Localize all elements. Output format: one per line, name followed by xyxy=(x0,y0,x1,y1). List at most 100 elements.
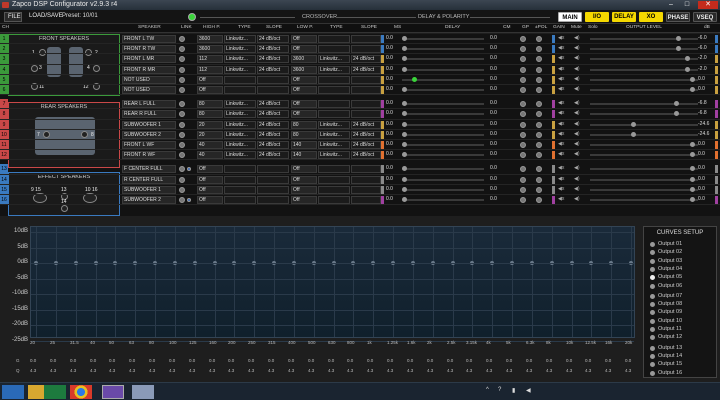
link-knob-icon[interactable] xyxy=(179,166,185,173)
output-level-slider[interactable] xyxy=(590,133,698,136)
band-q-field[interactable]: 4.3 xyxy=(109,368,115,373)
low-pass-field[interactable]: 80 xyxy=(291,120,317,129)
band-gain-field[interactable]: 0.0 xyxy=(248,358,254,363)
solo-icon[interactable]: ◀) xyxy=(574,131,580,137)
low-type-select[interactable]: Linkwitz... xyxy=(318,55,350,64)
high-pass-field[interactable]: Off xyxy=(197,165,223,174)
band-q-field[interactable]: 4.3 xyxy=(268,368,274,373)
band-q-field[interactable]: 4.3 xyxy=(149,368,155,373)
delay-slider-handle[interactable] xyxy=(402,121,407,127)
low-pass-field[interactable]: Off xyxy=(291,100,317,109)
band-gain-field[interactable]: 0.0 xyxy=(407,358,413,363)
mute-icon[interactable]: ◀x xyxy=(558,86,564,92)
polarity-toggle[interactable] xyxy=(536,176,542,183)
output-option[interactable]: Output 12 xyxy=(658,334,682,340)
band-gain-field[interactable]: 0.0 xyxy=(625,358,631,363)
high-slope-select[interactable] xyxy=(257,86,289,94)
band-gain-field[interactable]: 0.0 xyxy=(427,358,433,363)
link-knob-icon[interactable] xyxy=(179,66,185,73)
solo-icon[interactable]: ◀) xyxy=(574,151,580,157)
polarity-toggle[interactable] xyxy=(536,166,542,173)
gp-toggle[interactable] xyxy=(520,111,526,118)
high-slope-select[interactable]: 24 dB/oct xyxy=(257,110,289,119)
tab-xo[interactable]: XO xyxy=(639,12,663,22)
gp-toggle[interactable] xyxy=(520,152,526,159)
delay-slider-handle[interactable] xyxy=(402,56,407,62)
polarity-toggle[interactable] xyxy=(536,111,542,118)
high-slope-select[interactable] xyxy=(257,185,289,194)
output-level-handle[interactable] xyxy=(690,152,695,158)
output-radio[interactable] xyxy=(650,275,655,281)
delay-slider[interactable] xyxy=(402,178,484,181)
gp-toggle[interactable] xyxy=(520,166,526,173)
output-level-handle[interactable] xyxy=(690,142,695,147)
mute-icon[interactable]: ◀x xyxy=(558,176,564,182)
output-level-handle[interactable] xyxy=(675,46,681,52)
low-type-select[interactable] xyxy=(318,86,350,94)
high-type-select[interactable]: Linkwitz... xyxy=(224,45,256,54)
delay-slider-handle[interactable] xyxy=(402,166,407,172)
delay-slider-handle[interactable] xyxy=(412,76,417,82)
high-type-select[interactable]: Linkwitz... xyxy=(224,55,256,64)
high-slope-select[interactable]: 24 dB/oct xyxy=(257,151,289,160)
low-type-select[interactable] xyxy=(318,75,350,84)
mute-icon[interactable]: ◀x xyxy=(558,131,564,137)
delay-slider-handle[interactable] xyxy=(402,87,407,92)
mute-icon[interactable]: ◀x xyxy=(558,141,564,147)
output-level-slider[interactable] xyxy=(590,144,698,146)
low-type-select[interactable]: Linkwitz... xyxy=(318,120,350,129)
output-radio[interactable] xyxy=(650,327,655,332)
low-slope-select[interactable] xyxy=(351,86,381,94)
low-slope-select[interactable] xyxy=(351,100,381,109)
tray-chevron-icon[interactable]: ^ xyxy=(486,387,489,393)
output-option[interactable]: Output 16 xyxy=(658,370,682,376)
low-type-select[interactable] xyxy=(318,185,350,194)
solo-icon[interactable]: ◀) xyxy=(574,55,580,61)
band-gain-field[interactable]: 0.0 xyxy=(70,358,76,363)
high-type-select[interactable]: Linkwitz... xyxy=(224,100,256,109)
band-gain-field[interactable]: 0.0 xyxy=(506,358,512,363)
band-gain-field[interactable]: 0.0 xyxy=(228,358,234,363)
speaker-name-field[interactable]: SUBWOOFER 1 xyxy=(122,185,176,194)
gp-toggle[interactable] xyxy=(520,101,526,108)
low-pass-field[interactable]: Off xyxy=(291,75,317,84)
delay-slider-handle[interactable] xyxy=(402,66,407,72)
delay-slider[interactable] xyxy=(402,168,484,171)
output-level-handle[interactable] xyxy=(690,197,695,202)
polarity-toggle[interactable] xyxy=(536,197,542,203)
mute-icon[interactable]: ◀x xyxy=(558,55,564,61)
low-pass-field[interactable]: Off xyxy=(291,86,317,94)
output-radio[interactable] xyxy=(650,362,655,368)
low-pass-field[interactable]: 80 xyxy=(291,130,317,139)
delay-slider[interactable] xyxy=(402,123,484,126)
high-pass-field[interactable]: 80 xyxy=(197,110,223,119)
solo-icon[interactable]: ◀) xyxy=(574,76,580,82)
speaker-name-field[interactable]: NOT USED xyxy=(122,75,176,84)
link-knob-icon[interactable] xyxy=(179,46,185,53)
high-slope-select[interactable]: 24 dB/oct xyxy=(257,55,289,64)
output-level-slider[interactable] xyxy=(590,48,698,51)
output-radio[interactable] xyxy=(650,266,655,272)
mute-icon[interactable]: ◀x xyxy=(558,100,564,106)
high-type-select[interactable] xyxy=(224,75,256,84)
output-level-slider[interactable] xyxy=(590,188,698,191)
output-radio[interactable] xyxy=(650,310,655,316)
gp-toggle[interactable] xyxy=(520,87,526,93)
low-slope-select[interactable] xyxy=(351,165,381,174)
low-type-select[interactable]: Linkwitz... xyxy=(318,151,350,160)
output-option[interactable]: Output 05 xyxy=(658,274,682,280)
speaker-name-field[interactable]: FRONT R WF xyxy=(122,151,176,160)
output-radio[interactable] xyxy=(650,335,655,341)
output-option[interactable]: Output 02 xyxy=(658,249,682,255)
maximize-button[interactable]: □ xyxy=(680,1,694,9)
output-level-slider[interactable] xyxy=(590,103,698,106)
output-level-handle[interactable] xyxy=(690,186,695,192)
tab-phase[interactable]: PHASE xyxy=(666,12,690,22)
high-slope-select[interactable] xyxy=(257,75,289,84)
low-slope-select[interactable] xyxy=(351,196,381,204)
delay-slider[interactable] xyxy=(402,113,484,116)
band-q-field[interactable]: 4.3 xyxy=(248,368,254,373)
high-pass-field[interactable]: 3600 xyxy=(197,45,223,54)
high-type-select[interactable]: Linkwitz... xyxy=(224,110,256,119)
speaker-name-field[interactable]: R CENTER FULL xyxy=(122,175,176,184)
